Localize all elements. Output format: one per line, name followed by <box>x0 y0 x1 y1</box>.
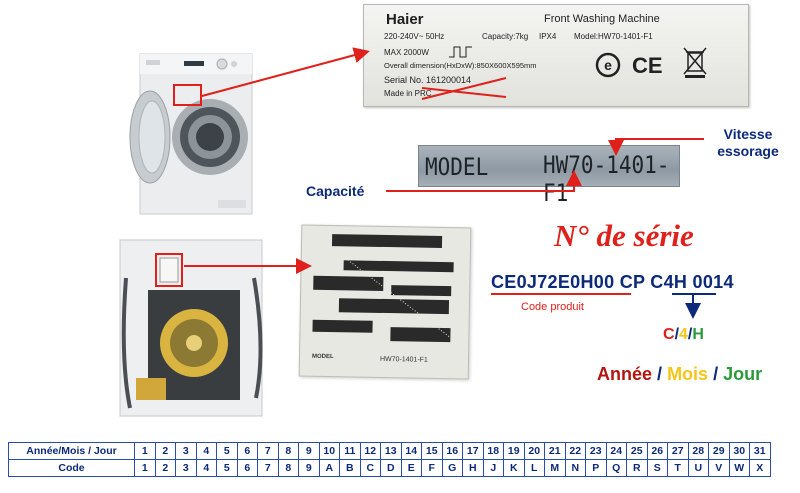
table-cell-number: 12 <box>359 442 381 460</box>
table-cell-code: N <box>564 459 586 477</box>
table-cell-number: 27 <box>667 442 689 460</box>
serial-code-date: C4H <box>650 272 688 292</box>
serial-code-product: CE0J72E0H00 <box>491 272 615 292</box>
separator: / <box>657 364 663 384</box>
table-cell-number: 28 <box>687 442 709 460</box>
table-cell-number: 20 <box>523 442 545 460</box>
table-cell-number: 13 <box>380 442 402 460</box>
table-cell-code: P <box>585 459 607 477</box>
table-cell-code: B <box>339 459 361 477</box>
table-cell-number: 18 <box>482 442 504 460</box>
table-cell-code: H <box>462 459 484 477</box>
table-cell-code: 6 <box>236 459 258 477</box>
table-cell-code: G <box>441 459 463 477</box>
table-cell-code: 1 <box>134 459 156 477</box>
month-letter: 4 <box>679 326 688 343</box>
table-cell-code: C <box>359 459 381 477</box>
table-cell-number: 4 <box>195 442 217 460</box>
table-cell-number: 31 <box>749 442 771 460</box>
jour-label: Jour <box>723 364 763 384</box>
table-cell-code: 2 <box>154 459 176 477</box>
table-cell-number: 14 <box>400 442 422 460</box>
table-cell-number: 1 <box>134 442 156 460</box>
table-cell-code: R <box>626 459 648 477</box>
table-cell-number: 6 <box>236 442 258 460</box>
serial-code-sequence: 0014 <box>692 272 734 292</box>
year-letter: C <box>663 326 675 343</box>
table-cell-number: 2 <box>154 442 176 460</box>
table-cell-code: W <box>728 459 750 477</box>
table-cell-number: 8 <box>277 442 299 460</box>
table-cell-code: U <box>687 459 709 477</box>
table-cell-code: M <box>544 459 566 477</box>
table-cell-code: F <box>421 459 443 477</box>
vitesse-callout: Vitesse essorage <box>717 126 779 159</box>
table-cell-code: 8 <box>277 459 299 477</box>
table-cell-number: 26 <box>646 442 668 460</box>
table-cell-number: 5 <box>216 442 238 460</box>
table-cell-code: E <box>400 459 422 477</box>
table-cell-number: 7 <box>257 442 279 460</box>
table-cell-number: 9 <box>298 442 320 460</box>
label-arrow <box>201 47 370 97</box>
serial-code: CE0J72E0H00 CP C4H 0014 <box>491 272 734 293</box>
c4h-bracket <box>672 293 716 315</box>
table-cell-code: Q <box>605 459 627 477</box>
table-cell-number: 21 <box>544 442 566 460</box>
capacite-callout: Capacité <box>306 183 365 199</box>
table-cell-number: 19 <box>503 442 525 460</box>
table-cell-number: 16 <box>441 442 463 460</box>
table-cell-number: 3 <box>175 442 197 460</box>
table-cell-code: L <box>523 459 545 477</box>
table-cell-code: 5 <box>216 459 238 477</box>
serial-heading: N° de série <box>554 218 694 253</box>
table-cell-code: 3 <box>175 459 197 477</box>
table-cell-code: 4 <box>195 459 217 477</box>
table-cell-number: 11 <box>339 442 361 460</box>
table-cell-number: 30 <box>728 442 750 460</box>
table-cell-number: 10 <box>318 442 340 460</box>
capacite-arrow <box>386 170 582 192</box>
table-cell-code: J <box>482 459 504 477</box>
table-cell-number: 22 <box>564 442 586 460</box>
serial-code-cp: CP <box>619 272 645 292</box>
row-header-codes: Code <box>8 459 135 477</box>
day-letter: H <box>692 326 704 343</box>
table-cell-code: K <box>503 459 525 477</box>
table-cell-code: X <box>749 459 771 477</box>
table-cell-number: 17 <box>462 442 484 460</box>
table-cell-number: 29 <box>708 442 730 460</box>
table-cell-code: S <box>646 459 668 477</box>
table-cell-number: 24 <box>605 442 627 460</box>
table-cell-number: 23 <box>585 442 607 460</box>
mois-label: Mois <box>667 364 709 384</box>
vitesse-arrow <box>608 138 704 156</box>
date-code-breakdown: C/4/H <box>663 326 704 344</box>
separator: / <box>713 364 719 384</box>
table-cell-code: 7 <box>257 459 279 477</box>
date-legend: Année / Mois / Jour <box>597 364 762 385</box>
code-produit-label: Code produit <box>521 301 584 313</box>
table-row-numbers: Année/Mois / Jour 1 2 3 4 5 6 7 8 9 10 11 12 13 14 15 1… <box>8 442 771 460</box>
table-cell-number: 15 <box>421 442 443 460</box>
table-cell-code: T <box>667 459 689 477</box>
row-header-numbers: Année/Mois / Jour <box>8 442 135 460</box>
annee-label: Année <box>597 364 653 384</box>
table-cell-number: 25 <box>626 442 648 460</box>
table-cell-code: A <box>318 459 340 477</box>
table-cell-code: V <box>708 459 730 477</box>
table-row-codes: Code 123456789ABCDEFGHJKLMNPQRSTUVWX <box>8 459 771 477</box>
table-cell-code: 9 <box>298 459 320 477</box>
table-cell-code: D <box>380 459 402 477</box>
date-code-table: Année/Mois / Jour 1 2 3 4 5 6 7 8 9 10 11 12 13 14 15 1… <box>8 442 771 477</box>
